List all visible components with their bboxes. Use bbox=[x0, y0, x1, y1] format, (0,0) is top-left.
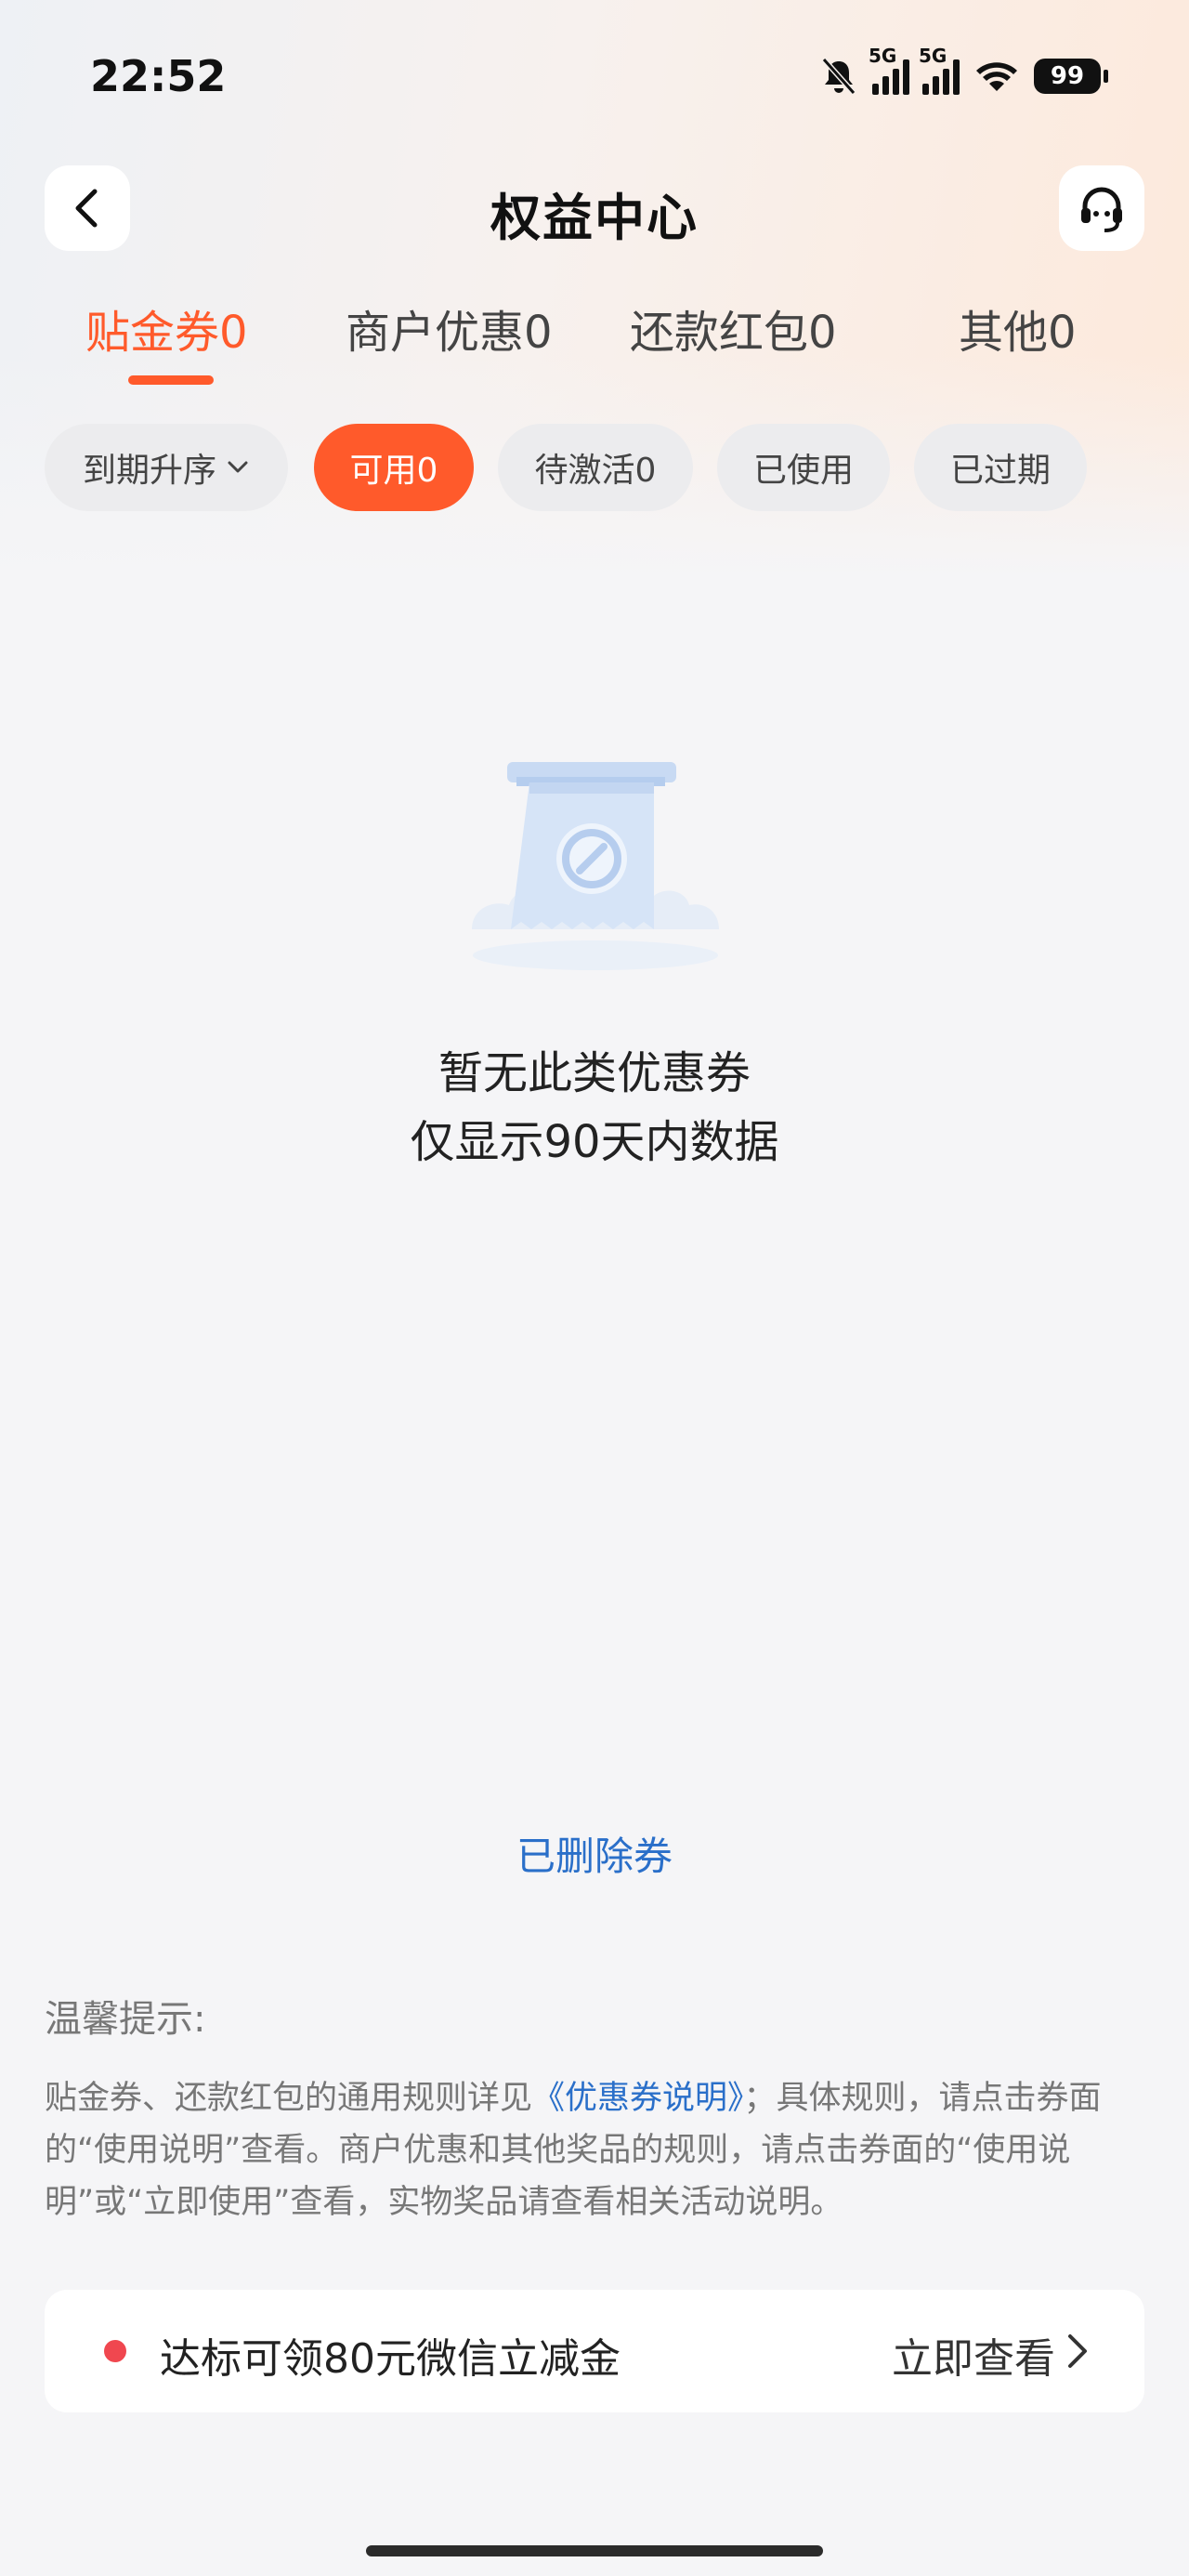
chevron-right-icon bbox=[1068, 2334, 1087, 2368]
sort-dropdown[interactable]: 到期升序 bbox=[45, 424, 288, 511]
customer-service-button[interactable] bbox=[1059, 165, 1144, 251]
filter-chip-pending-activation[interactable]: 待激活0 bbox=[498, 424, 693, 511]
tips-body: 贴金券、还款红包的通用规则详见《优惠券说明》；具体规则，请点击券面的“使用说明”… bbox=[45, 2072, 1144, 2228]
active-tab-indicator bbox=[128, 375, 214, 385]
network-type-label: 5G bbox=[919, 45, 947, 67]
empty-state-note: 仅显示90天内数据 bbox=[410, 1116, 779, 1168]
deleted-coupons-link[interactable]: 已删除券 bbox=[0, 1825, 1189, 1882]
filter-chip-used[interactable]: 已使用 bbox=[717, 424, 890, 511]
tab-merchant-offers[interactable]: 商户优惠0 bbox=[346, 296, 553, 361]
status-icons: 5G 5G 99 bbox=[818, 45, 1108, 104]
battery-level: 99 bbox=[1050, 62, 1085, 90]
tab-subsidy-coupons[interactable]: 贴金券0 bbox=[85, 296, 248, 361]
home-indicator bbox=[366, 2545, 823, 2556]
network-type-label: 5G bbox=[869, 45, 897, 67]
empty-coupon-illustration bbox=[472, 762, 719, 970]
coupon-rules-link[interactable]: 《优惠券说明》 bbox=[532, 2080, 744, 2117]
page-title: 权益中心 bbox=[490, 189, 699, 247]
sort-label: 到期升序 bbox=[82, 452, 216, 490]
chevron-down-icon bbox=[228, 461, 248, 473]
promo-text: 达标可领80元微信立减金 bbox=[160, 2335, 621, 2383]
promo-dot-icon bbox=[104, 2340, 126, 2362]
mute-bell-icon bbox=[821, 58, 856, 95]
status-bar: 22:52 5G 5G 99 bbox=[0, 0, 1189, 158]
signal-icon: 5G bbox=[919, 45, 960, 95]
status-time: 22:52 bbox=[90, 51, 227, 101]
promo-view-now[interactable]: 立即查看 bbox=[892, 2325, 1055, 2385]
filter-bar: 到期升序 可用0 待激活0 已使用 已过期 bbox=[0, 424, 1189, 513]
tab-others[interactable]: 其他0 bbox=[959, 296, 1077, 361]
promo-card[interactable]: 达标可领80元微信立减金 立即查看 bbox=[45, 2290, 1144, 2412]
headset-icon bbox=[1081, 187, 1122, 232]
battery-icon: 99 bbox=[1034, 59, 1108, 94]
wifi-icon bbox=[976, 62, 1017, 91]
tips-title: 温馨提示: bbox=[45, 1998, 206, 2041]
tips-text-before: 贴金券、还款红包的通用规则详见 bbox=[45, 2080, 533, 2117]
filter-chip-expired[interactable]: 已过期 bbox=[914, 424, 1087, 511]
signal-icon: 5G bbox=[869, 45, 909, 95]
empty-state-message: 暂无此类优惠券 bbox=[438, 1047, 751, 1099]
deleted-coupons-label: 已删除券 bbox=[516, 1833, 673, 1879]
category-tabs: 贴金券0 商户优惠0 还款红包0 其他0 bbox=[0, 296, 1189, 388]
filter-chip-available[interactable]: 可用0 bbox=[314, 424, 474, 511]
tab-repayment-red-packets[interactable]: 还款红包0 bbox=[630, 296, 837, 361]
